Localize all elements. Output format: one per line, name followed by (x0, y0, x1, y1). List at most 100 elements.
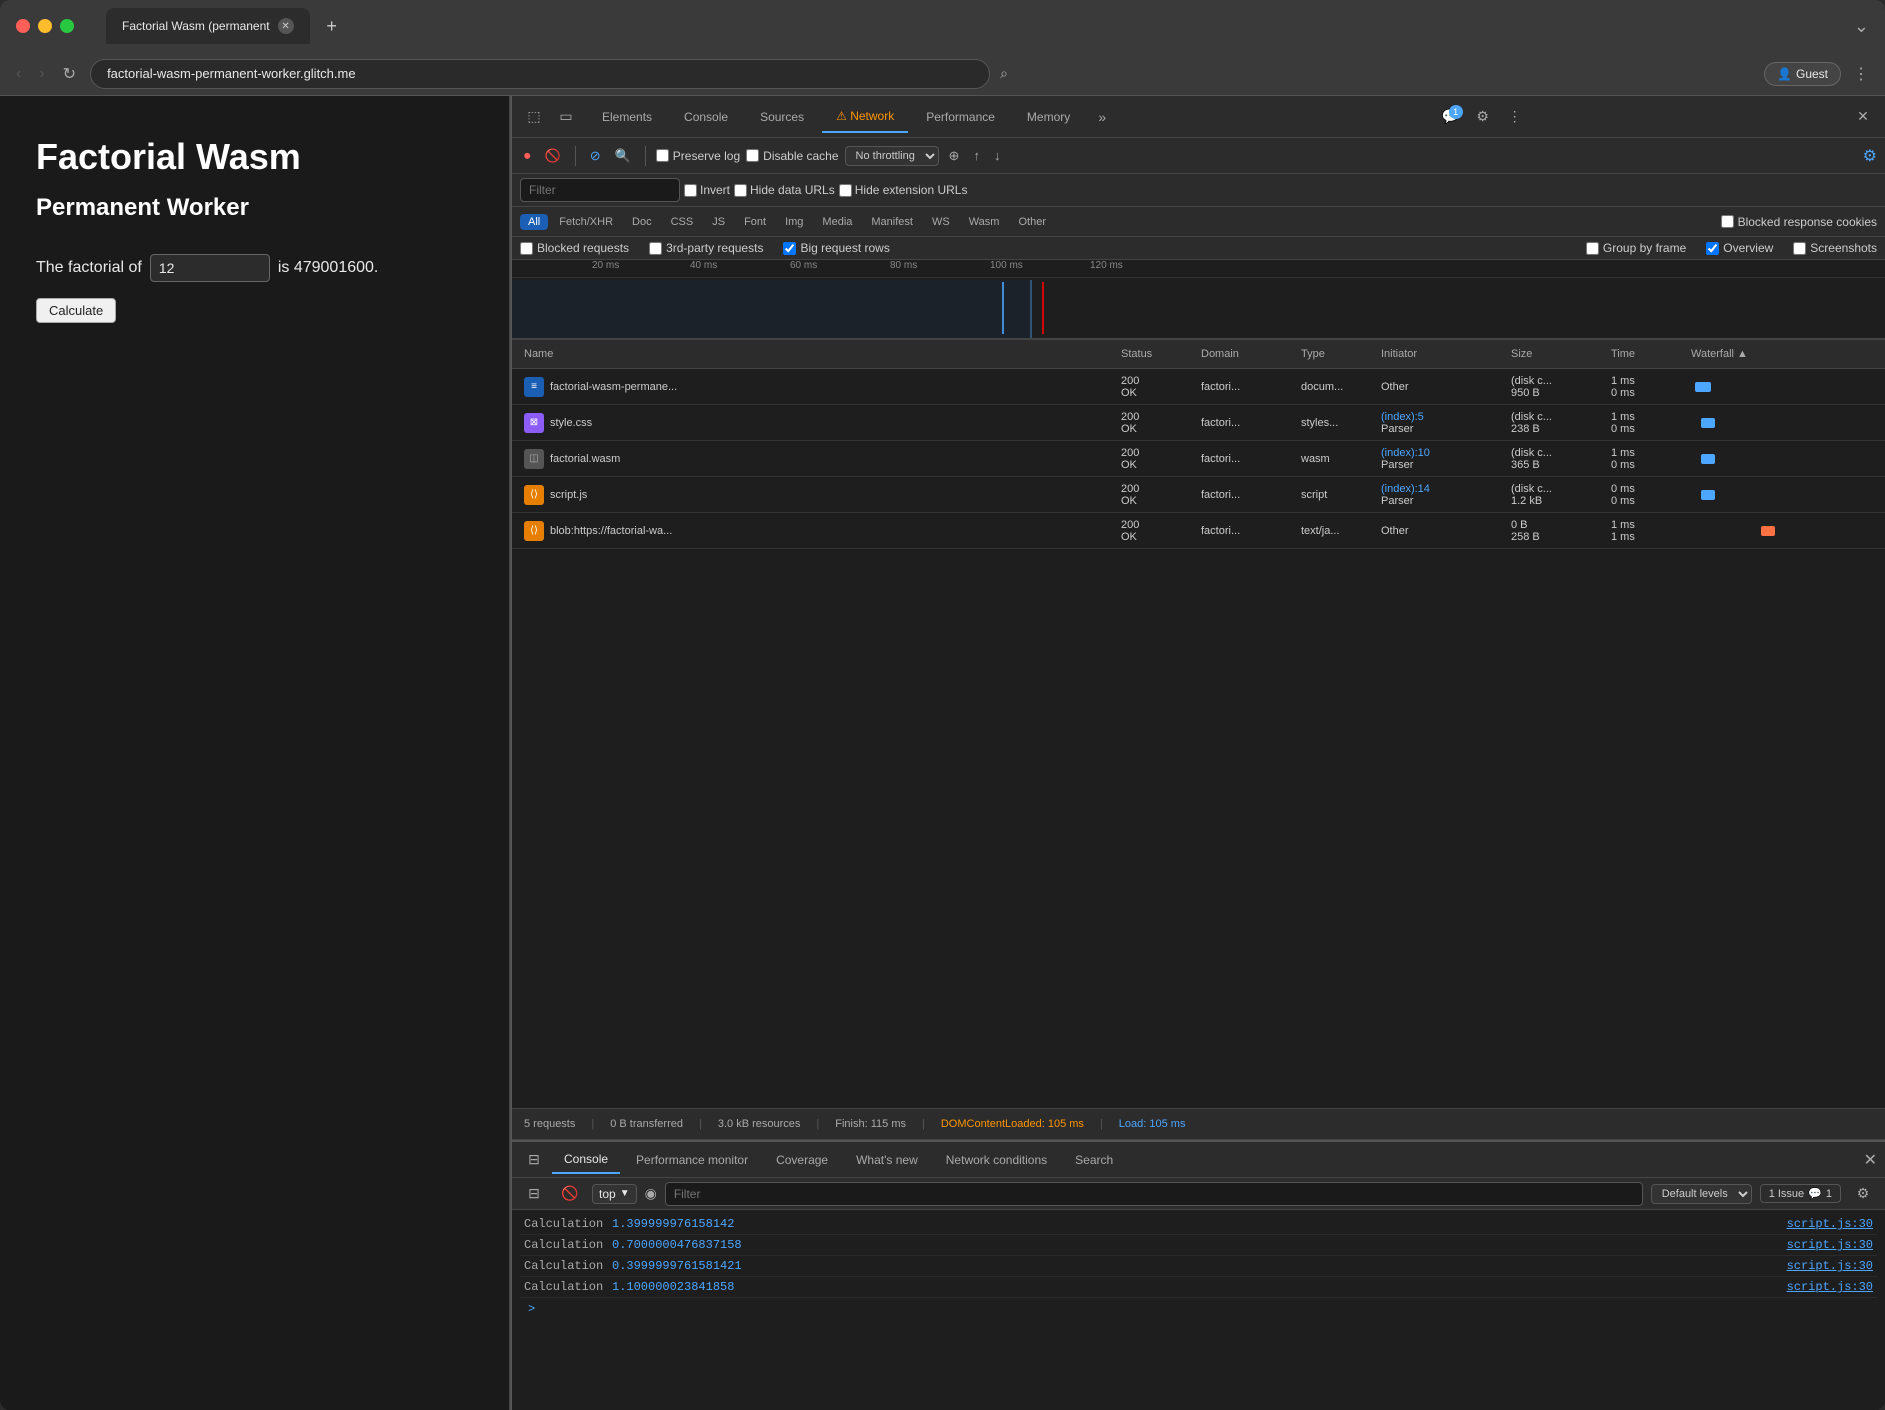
col-domain[interactable]: Domain (1197, 346, 1297, 362)
third-party-label[interactable]: 3rd-party requests (649, 241, 763, 255)
disable-cache-label[interactable]: Disable cache (746, 149, 838, 163)
tab-search[interactable]: Search (1063, 1147, 1125, 1173)
type-filter-all[interactable]: All (520, 214, 548, 230)
close-button[interactable] (16, 19, 30, 33)
third-party-checkbox[interactable] (649, 242, 662, 255)
type-filter-other[interactable]: Other (1010, 214, 1054, 230)
tab-performance[interactable]: Performance (912, 102, 1009, 132)
calculate-button[interactable]: Calculate (36, 298, 116, 323)
guest-button[interactable]: 👤 Guest (1764, 62, 1841, 86)
table-row[interactable]: ⟨⟩ script.js 200 OK factori... script (i… (512, 477, 1885, 513)
table-row[interactable]: ⊠ style.css 200 OK factori... styles... … (512, 405, 1885, 441)
devtools-close-button[interactable]: ✕ (1849, 103, 1877, 131)
type-filter-img[interactable]: Img (777, 214, 811, 230)
tab-console-bottom[interactable]: Console (552, 1146, 620, 1174)
device-toolbar-button[interactable]: ▭ (552, 103, 580, 131)
col-waterfall[interactable]: Waterfall ▲ (1687, 346, 1847, 362)
filter-input[interactable] (520, 178, 680, 202)
hide-extension-urls-checkbox[interactable] (839, 184, 852, 197)
screenshots-checkbox[interactable] (1793, 242, 1806, 255)
tab-console[interactable]: Console (670, 102, 742, 132)
table-row[interactable]: ◫ factorial.wasm 200 OK factori... wasm … (512, 441, 1885, 477)
tab-network-conditions[interactable]: Network conditions (934, 1147, 1059, 1173)
address-input[interactable] (90, 59, 990, 89)
console-filter-input[interactable] (665, 1182, 1643, 1206)
invert-checkbox[interactable] (684, 184, 697, 197)
big-rows-checkbox[interactable] (783, 242, 796, 255)
hide-data-urls-label[interactable]: Hide data URLs (734, 183, 835, 197)
col-status[interactable]: Status (1117, 346, 1197, 362)
factorial-input[interactable] (150, 254, 270, 282)
type-filter-doc[interactable]: Doc (624, 214, 660, 230)
minimize-button[interactable] (38, 19, 52, 33)
tab-network[interactable]: ⚠ Network (822, 101, 908, 133)
inspect-element-button[interactable]: ⬚ (520, 103, 548, 131)
tab-sources[interactable]: Sources (746, 102, 818, 132)
devtools-settings-button[interactable]: ⚙ (1469, 103, 1497, 131)
blocked-requests-checkbox[interactable] (520, 242, 533, 255)
log-source-3[interactable]: script.js:30 (1787, 1259, 1873, 1273)
download-button[interactable]: ↓ (990, 146, 1005, 165)
col-time[interactable]: Time (1607, 346, 1687, 362)
tab-close-button[interactable]: ✕ (278, 18, 294, 34)
invert-checkbox-label[interactable]: Invert (684, 183, 730, 197)
hide-data-urls-checkbox[interactable] (734, 184, 747, 197)
maximize-button[interactable] (60, 19, 74, 33)
console-sidebar-button[interactable]: ⊟ (520, 1146, 548, 1174)
tab-elements[interactable]: Elements (588, 102, 666, 132)
levels-select[interactable]: Default levels (1651, 1184, 1752, 1204)
type-filter-wasm[interactable]: Wasm (961, 214, 1008, 230)
filter-toggle-button[interactable]: ⊘ (586, 146, 605, 166)
more-tools-button[interactable]: » (1088, 103, 1116, 131)
type-filter-media[interactable]: Media (814, 214, 860, 230)
console-settings-button[interactable]: ⚙ (1849, 1180, 1877, 1208)
new-tab-button[interactable]: + (318, 12, 346, 40)
type-filter-fetch[interactable]: Fetch/XHR (551, 214, 621, 230)
network-settings-button[interactable]: ⚙ (1863, 146, 1877, 166)
type-filter-css[interactable]: CSS (663, 214, 702, 230)
console-close-button[interactable]: ✕ (1864, 1150, 1877, 1170)
issue-badge[interactable]: 1 Issue 💬 1 (1760, 1184, 1841, 1203)
search-button[interactable]: 🔍 (611, 146, 635, 166)
blocked-cookies-checkbox[interactable] (1721, 215, 1734, 228)
tab-memory[interactable]: Memory (1013, 102, 1084, 132)
menu-button[interactable]: ⋮ (1849, 60, 1873, 88)
back-button[interactable]: ‹ (12, 61, 25, 87)
type-filter-font[interactable]: Font (736, 214, 774, 230)
col-size[interactable]: Size (1507, 346, 1607, 362)
log-source-1[interactable]: script.js:30 (1787, 1217, 1873, 1231)
overview-checkbox[interactable] (1706, 242, 1719, 255)
refresh-button[interactable]: ↻ (59, 60, 80, 88)
console-clear-button[interactable]: 🚫 (556, 1180, 584, 1208)
tab-coverage[interactable]: Coverage (764, 1147, 840, 1173)
tab-whats-new[interactable]: What's new (844, 1147, 930, 1173)
table-row[interactable]: ≡ factorial-wasm-permane... 200 OK facto… (512, 369, 1885, 405)
hide-extension-urls-label[interactable]: Hide extension URLs (839, 183, 968, 197)
forward-button[interactable]: › (35, 61, 48, 87)
log-source-4[interactable]: script.js:30 (1787, 1280, 1873, 1294)
eye-icon[interactable]: ◉ (645, 1185, 657, 1202)
big-rows-label[interactable]: Big request rows (783, 241, 889, 255)
context-selector[interactable]: top ▼ (592, 1184, 637, 1204)
issues-badge-button[interactable]: 💬 1 (1437, 103, 1465, 131)
blocked-requests-label[interactable]: Blocked requests (520, 241, 629, 255)
screenshots-label[interactable]: Screenshots (1793, 241, 1877, 255)
tab-performance-monitor[interactable]: Performance monitor (624, 1147, 760, 1173)
disable-cache-checkbox[interactable] (746, 149, 759, 162)
preserve-log-checkbox[interactable] (656, 149, 669, 162)
throttle-select[interactable]: No throttling (845, 146, 939, 166)
upload-button[interactable]: ↑ (969, 146, 984, 165)
online-icon-button[interactable]: ⊕ (945, 146, 964, 166)
col-type[interactable]: Type (1297, 346, 1377, 362)
type-filter-manifest[interactable]: Manifest (863, 214, 921, 230)
console-prompt[interactable]: > (520, 1298, 1877, 1320)
table-row[interactable]: ⟨⟩ blob:https://factorial-wa... 200 OK f… (512, 513, 1885, 549)
col-initiator[interactable]: Initiator (1377, 346, 1507, 362)
clear-button[interactable]: 🚫 (541, 146, 565, 166)
type-filter-js[interactable]: JS (704, 214, 733, 230)
col-name[interactable]: Name (520, 346, 1117, 362)
browser-tab[interactable]: Factorial Wasm (permanent ✕ (106, 8, 310, 44)
record-button[interactable]: ⏺ (520, 146, 535, 166)
overview-label[interactable]: Overview (1706, 241, 1773, 255)
devtools-menu-button[interactable]: ⋮ (1501, 103, 1529, 131)
